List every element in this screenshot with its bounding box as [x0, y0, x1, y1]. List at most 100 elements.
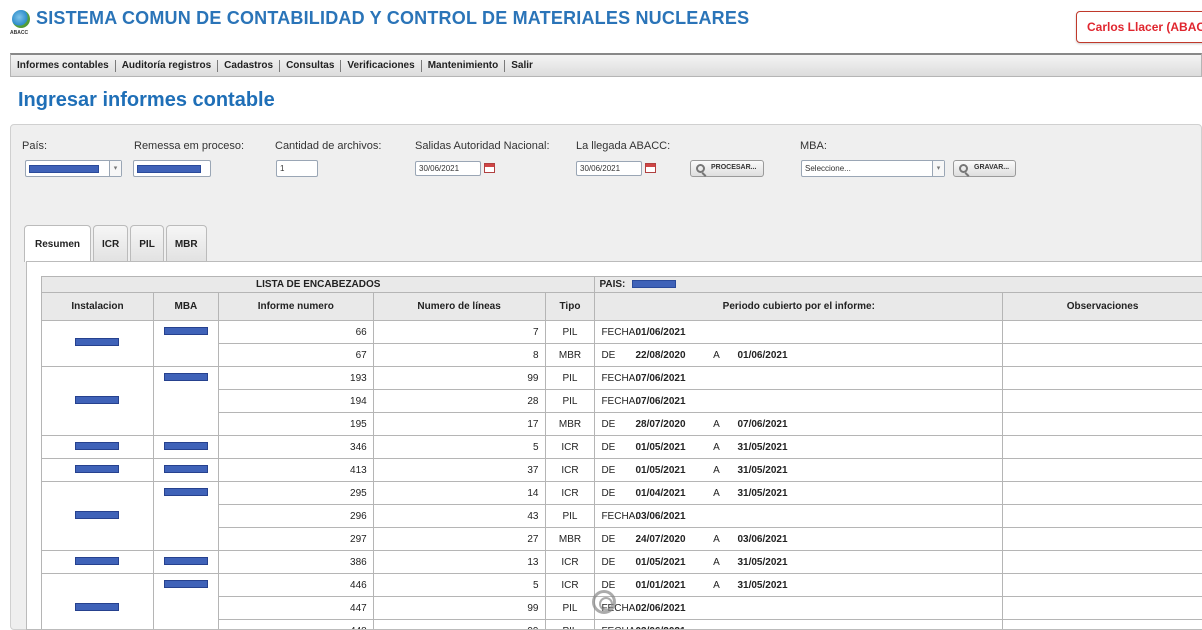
- tipo-cell: PIL: [544, 504, 596, 528]
- col-numero-lineas: Numero de líneas: [372, 292, 546, 321]
- col-informe-numero: Informe numero: [217, 292, 374, 321]
- periodo-key: DE: [601, 349, 616, 361]
- user-account-button[interactable]: Carlos Llacer (ABACC: [1076, 11, 1202, 43]
- mba-cell: [152, 458, 219, 482]
- menu-mantenimiento[interactable]: Mantenimiento: [422, 59, 506, 72]
- table-row[interactable]: 346 5 ICR DE 01/05/2021 A 31/05/2021: [41, 435, 1202, 459]
- periodo-key: FECHA:: [601, 326, 639, 338]
- search-icon: [959, 164, 968, 173]
- pais-header-label: PAIS:: [599, 279, 626, 290]
- gravar-button[interactable]: GRAVAR...: [953, 160, 1017, 177]
- periodo-cell: DE 01/05/2021 A 31/05/2021: [594, 550, 1004, 574]
- periodo-a: A: [713, 579, 720, 591]
- tipo-cell: MBR: [544, 343, 596, 367]
- table-row[interactable]: 446 5 ICR DE 01/01/2021 A 31/05/2021: [41, 573, 1202, 629]
- periodo-cell: DE 01/05/2021 A 31/05/2021: [594, 458, 1004, 482]
- numero-lineas-cell: 43: [372, 504, 546, 528]
- menu-verificaciones[interactable]: Verificaciones: [341, 59, 422, 72]
- menu-auditoria-registros[interactable]: Auditoría registros: [116, 59, 219, 72]
- remessa-field[interactable]: [133, 160, 211, 177]
- periodo-cell: FECHA:01/06/2021: [594, 320, 1004, 344]
- periodo-a: A: [713, 487, 720, 499]
- menu-salir[interactable]: Salir: [505, 60, 539, 72]
- periodo-a: A: [713, 418, 720, 430]
- page-title: Ingresar informes contable: [18, 89, 275, 111]
- instalacion-cell: [41, 458, 154, 482]
- tipo-cell: MBR: [544, 412, 596, 436]
- observaciones-cell: [1002, 366, 1202, 390]
- lista-encabezados-header: LISTA DE ENCABEZADOS: [40, 276, 596, 293]
- table-row[interactable]: 386 13 ICR DE 01/05/2021 A 31/05/2021: [41, 550, 1202, 574]
- instalacion-cell: [41, 366, 154, 436]
- periodo-key: DE: [601, 418, 616, 430]
- remessa-label: Remessa em proceso:: [134, 140, 245, 152]
- numero-lineas-cell: 99: [372, 596, 546, 620]
- instalacion-cell: [41, 320, 154, 367]
- tab-bar: Resumen ICR PIL MBR: [24, 225, 209, 262]
- periodo-cell: FECHA:07/06/2021: [594, 389, 1004, 413]
- numero-lineas-cell: 99: [372, 619, 546, 629]
- periodo-date-from: 03/06/2021: [635, 626, 695, 630]
- periodo-date-from: 24/07/2020: [635, 533, 686, 545]
- redacted-value: [163, 327, 208, 335]
- observaciones-cell: [1002, 619, 1202, 629]
- mba-cell: [152, 320, 219, 367]
- col-instalacion: Instalacion: [41, 292, 154, 321]
- redacted-value: [163, 442, 208, 450]
- pais-select[interactable]: ▾: [25, 160, 122, 177]
- mba-select[interactable]: Seleccione... ▾: [801, 160, 945, 177]
- periodo-cell: DE 01/05/2021 A 31/05/2021: [594, 435, 1004, 459]
- chevron-down-icon[interactable]: ▾: [932, 161, 944, 176]
- calendar-icon[interactable]: [645, 163, 656, 173]
- search-icon: [696, 164, 705, 173]
- salidas-date-input[interactable]: 30/06/2021: [415, 161, 481, 176]
- cantidad-label: Cantidad de archivos:: [275, 140, 382, 152]
- informe-numero-cell: 346: [217, 435, 374, 459]
- informe-numero-cell: 297: [217, 527, 374, 551]
- tab-pil[interactable]: PIL: [130, 225, 164, 261]
- instalacion-cell: [41, 481, 154, 551]
- observaciones-cell: [1002, 573, 1202, 597]
- calendar-icon[interactable]: [484, 163, 495, 173]
- periodo-date-from: 01/05/2021: [635, 556, 686, 568]
- numero-lineas-cell: 5: [372, 435, 546, 459]
- table-row[interactable]: 295 14 ICR DE 01/04/2021 A 31/05/2021: [41, 481, 1202, 551]
- periodo-date-from: 22/08/2020: [635, 349, 686, 361]
- tab-mbr[interactable]: MBR: [165, 225, 207, 261]
- periodo-cell: FECHA:03/06/2021: [594, 619, 1004, 630]
- cantidad-input[interactable]: 1: [276, 160, 318, 177]
- table-row[interactable]: 66 7 PIL FECHA:01/06/2021: [41, 320, 1202, 367]
- periodo-cell: DE 24/07/2020 A 03/06/2021: [594, 527, 1004, 551]
- menu-informes-contables[interactable]: Informes contables: [11, 59, 116, 72]
- table-row[interactable]: 193 99 PIL FECHA:07/06/2021: [41, 366, 1202, 436]
- numero-lineas-cell: 8: [372, 343, 546, 367]
- redacted-value: [75, 602, 120, 611]
- redacted-value: [29, 164, 99, 173]
- procesar-button-label: PROCESAR...: [711, 164, 757, 171]
- observaciones-cell: [1002, 435, 1202, 459]
- mba-cell: [152, 550, 219, 574]
- informe-numero-cell: 66: [217, 320, 374, 344]
- table-row[interactable]: 413 37 ICR DE 01/05/2021 A 31/05/2021: [41, 458, 1202, 482]
- pais-label: País:: [22, 140, 48, 152]
- chevron-down-icon[interactable]: ▾: [109, 161, 121, 176]
- numero-lineas-cell: 14: [372, 481, 546, 505]
- tab-resumen[interactable]: Resumen: [24, 225, 92, 262]
- redacted-value: [137, 164, 201, 173]
- tab-icr[interactable]: ICR: [93, 225, 129, 261]
- periodo-key: DE: [601, 556, 616, 568]
- mba-cell: [152, 435, 219, 459]
- instalacion-cell: [41, 435, 154, 459]
- periodo-key: DE: [601, 464, 616, 476]
- menu-cadastros[interactable]: Cadastros: [218, 59, 281, 72]
- llegada-date-input[interactable]: 30/06/2021: [576, 161, 642, 176]
- periodo-key: FECHA:: [601, 372, 639, 384]
- tipo-cell: ICR: [544, 573, 596, 597]
- periodo-key: DE: [601, 579, 616, 591]
- menu-consultas[interactable]: Consultas: [280, 59, 342, 72]
- pais-header: PAIS:: [594, 276, 1202, 293]
- tipo-cell: ICR: [544, 458, 596, 482]
- procesar-button[interactable]: PROCESAR...: [690, 160, 764, 177]
- informe-numero-cell: 386: [217, 550, 374, 574]
- mba-label: MBA:: [800, 140, 827, 152]
